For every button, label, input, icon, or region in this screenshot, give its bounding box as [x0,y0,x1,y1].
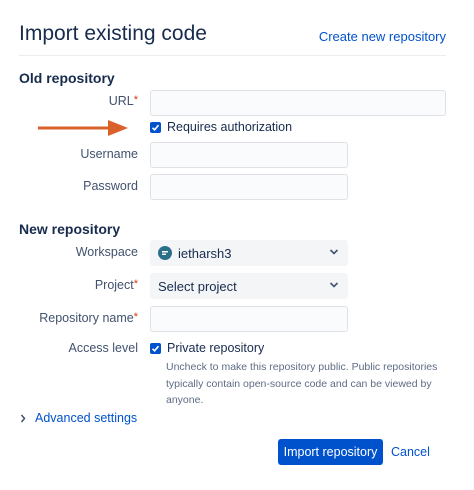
private-repository-row: Private repository [150,341,264,355]
required-marker: * [133,311,138,323]
password-input[interactable] [150,174,348,200]
required-marker: * [133,278,138,290]
check-icon [151,124,160,131]
username-label: Username [80,147,138,161]
repository-name-label: Repository name* [39,311,138,325]
advanced-settings-label: Advanced settings [35,411,138,425]
url-input[interactable] [150,90,446,116]
chevron-down-icon [329,249,339,255]
password-label: Password [83,179,138,193]
workspace-icon [162,251,168,255]
old-repository-heading: Old repository [19,70,115,86]
import-repository-button[interactable]: Import repository [278,439,383,465]
project-label: Project* [94,278,138,292]
project-select[interactable]: Select project [150,273,348,299]
chevron-right-icon [20,414,26,422]
username-input[interactable] [150,142,348,168]
project-value: Select project [158,278,237,294]
private-repository-help: Uncheck to make this repository public. … [166,361,438,406]
workspace-avatar [158,246,172,260]
workspace-label: Workspace [75,245,138,259]
repository-name-input[interactable] [150,306,348,332]
private-repository-label: Private repository [167,341,265,355]
title-divider [19,55,446,56]
requires-authorization-checkbox[interactable] [150,121,161,133]
workspace-select[interactable]: ietharsh3 [150,240,348,266]
advanced-settings-toggle[interactable]: Advanced settings [20,411,137,425]
requires-authorization-label: Requires authorization [167,120,293,134]
new-repository-heading: New repository [19,221,121,237]
create-new-repository-link[interactable]: Create new repository [319,29,446,44]
required-marker: * [133,94,138,106]
cancel-button[interactable]: Cancel [389,439,432,465]
access-level-label: Access level [68,341,138,355]
check-icon [151,345,160,352]
page-title: Import existing code [19,22,207,45]
workspace-value: ietharsh3 [178,245,232,261]
pointing-arrow-icon [38,120,128,136]
private-repository-checkbox[interactable] [150,342,161,354]
chevron-down-icon [329,282,339,288]
requires-authorization-row: Requires authorization [150,120,292,134]
url-label: URL* [108,94,138,108]
